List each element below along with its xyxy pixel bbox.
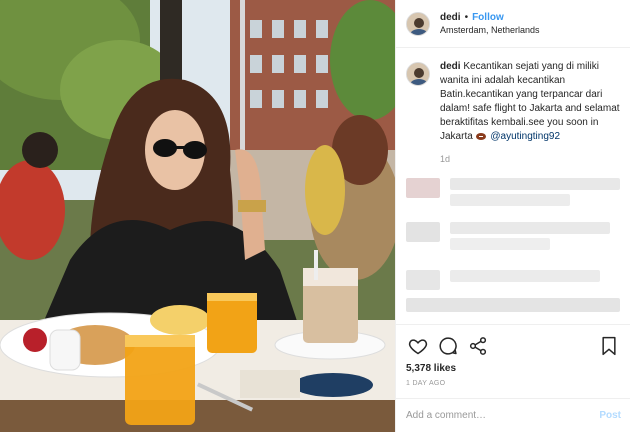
- share-icon[interactable]: [466, 334, 490, 358]
- avatar-image: [407, 12, 429, 35]
- likes-count[interactable]: 5,378 likes: [406, 363, 621, 374]
- caption-avatar-image: [407, 63, 429, 85]
- action-icons: [406, 333, 621, 359]
- blurred-comments: [406, 174, 621, 322]
- caption-username[interactable]: dedi: [440, 61, 461, 72]
- post-sidebar: dedi • Follow Amsterdam, Netherlands ded…: [395, 0, 630, 432]
- separator-dot: •: [464, 11, 469, 23]
- likes-suffix: likes: [431, 363, 457, 374]
- post-button[interactable]: Post: [599, 410, 621, 421]
- comment-icon[interactable]: [436, 334, 460, 358]
- caption-time[interactable]: 1d: [440, 154, 621, 164]
- likes-number: 5,378: [406, 363, 432, 374]
- location-link[interactable]: Amsterdam, Netherlands: [440, 24, 540, 37]
- post-photo[interactable]: [0, 0, 395, 432]
- avatar[interactable]: [406, 11, 430, 36]
- post-header: dedi • Follow Amsterdam, Netherlands: [396, 0, 630, 48]
- add-comment-bar: Post: [396, 398, 630, 432]
- follow-button[interactable]: Follow: [472, 11, 504, 24]
- caption-row: dedi Kecantikan sejati yang di miliki wa…: [406, 60, 621, 144]
- header-username[interactable]: dedi: [440, 11, 461, 24]
- caption-avatar[interactable]: [406, 62, 430, 86]
- post-date[interactable]: 1 DAY AGO: [406, 380, 621, 387]
- football-emoji-icon: [475, 133, 486, 140]
- header-user-row: dedi • Follow: [440, 11, 540, 24]
- caption-body: Kecantikan sejati yang di miliki wanita …: [440, 61, 620, 142]
- caption-mention[interactable]: @ayutingting92: [490, 131, 560, 142]
- photo-illustration: [0, 0, 395, 432]
- post-modal: dedi • Follow Amsterdam, Netherlands ded…: [0, 0, 630, 432]
- bookmark-icon[interactable]: [597, 334, 621, 358]
- comments-section: dedi Kecantikan sejati yang di miliki wa…: [396, 48, 630, 322]
- comment-input[interactable]: [406, 410, 600, 421]
- caption-text: dedi Kecantikan sejati yang di miliki wa…: [440, 60, 620, 144]
- header-text: dedi • Follow Amsterdam, Netherlands: [440, 11, 540, 37]
- heart-icon[interactable]: [406, 334, 430, 358]
- post-actions: 5,378 likes 1 DAY AGO: [396, 324, 630, 387]
